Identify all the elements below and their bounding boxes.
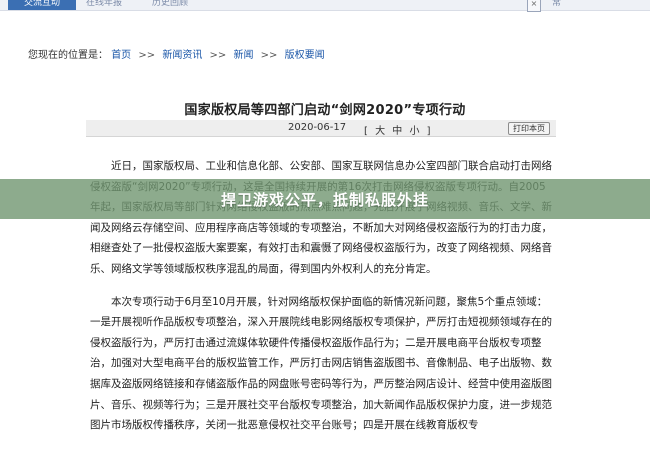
nav-tab-interaction[interactable]: 交流互动 [8, 0, 76, 10]
breadcrumb: 您现在的位置是： 首页 >> 新闻资讯 >> 新闻 >> 版权要闻 [28, 46, 325, 61]
banner-overlay: 捍卫游戏公平，抵制私服外挂 [0, 179, 650, 219]
publish-date: 2020-06-17 [288, 122, 347, 133]
print-button[interactable]: 打印本页 [508, 122, 550, 135]
breadcrumb-copyright-news[interactable]: 版权要闻 [285, 50, 325, 61]
article-title: 国家版权局等四部门启动“剑网2020”专项行动 [184, 103, 466, 118]
breadcrumb-news-info[interactable]: 新闻资讯 [162, 50, 202, 61]
article-paragraph: 本次专项行动于6月至10月开展，针对网络版权保护面临的新情况新问题，聚焦5个重点… [90, 295, 552, 432]
font-size-large[interactable]: 大 [375, 126, 385, 137]
breadcrumb-separator: >> [138, 50, 156, 61]
font-size-switcher: [ 大 中 小 ] [362, 122, 433, 137]
nav-tab-history[interactable]: 历史回顾 [148, 0, 192, 10]
top-navigation: 交流互动 在线年报 历史回顾 × 常 [0, 0, 650, 12]
font-size-small[interactable]: 小 [409, 126, 419, 137]
close-icon[interactable]: × [527, 0, 541, 12]
nav-tab-common[interactable]: 常 [548, 0, 565, 10]
font-size-bracket-open: [ [364, 126, 368, 137]
breadcrumb-label: 您现在的位置是： [28, 50, 108, 61]
banner-caption: 捍卫游戏公平，抵制私服外挂 [220, 191, 429, 209]
breadcrumb-separator: >> [209, 50, 227, 61]
breadcrumb-news[interactable]: 新闻 [233, 50, 253, 61]
breadcrumb-separator: >> [260, 50, 278, 61]
article-meta-bar: 2020-06-17 [ 大 中 小 ] 打印本页 [86, 120, 556, 137]
breadcrumb-home[interactable]: 首页 [111, 50, 131, 61]
font-size-medium[interactable]: 中 [392, 126, 402, 137]
nav-tab-annual-report[interactable]: 在线年报 [82, 0, 126, 10]
font-size-bracket-close: ] [426, 126, 431, 137]
